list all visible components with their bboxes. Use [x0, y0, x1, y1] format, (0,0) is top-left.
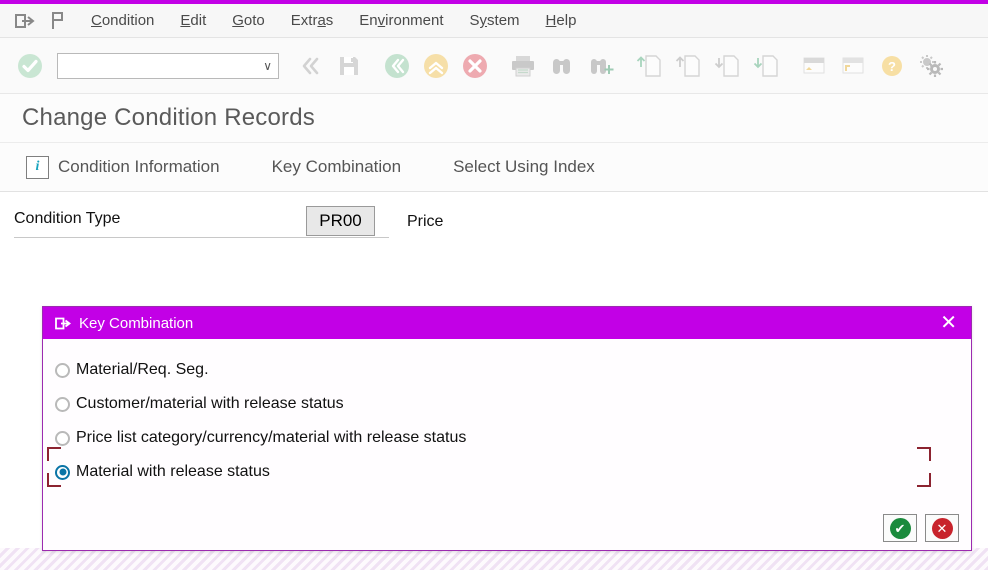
dialog-title: Key Combination — [79, 314, 194, 332]
menu-item-label: Extr — [290, 12, 318, 29]
menu-item-label: elp — [556, 12, 577, 29]
back-button[interactable] — [292, 48, 328, 84]
key-combination-label: Key Combination — [271, 157, 402, 176]
menu-item-label: ironment — [385, 12, 444, 29]
exit-button[interactable] — [379, 48, 415, 84]
menu-accelerator: G — [232, 12, 244, 29]
condition-information-button[interactable]: i Condition Information — [20, 152, 226, 183]
first-page-button[interactable] — [631, 48, 667, 84]
condition-type-description: Price — [407, 213, 444, 230]
system-toolbar: ∨ ? — [0, 38, 988, 94]
customize-layout-button[interactable] — [913, 48, 949, 84]
menu-accelerator: E — [180, 12, 191, 29]
next-page-button[interactable] — [709, 48, 745, 84]
find-button[interactable] — [544, 48, 580, 84]
menu-item-label: stem — [487, 12, 520, 29]
radio-option-price-list-category[interactable]: Price list category/currency/material wi… — [43, 421, 971, 455]
close-icon[interactable]: ✕ — [936, 313, 961, 333]
menu-accelerator: a — [317, 12, 326, 29]
dialog-body: Material/Req. Seg. Customer/material wit… — [43, 339, 971, 519]
menu-item-label: dit — [190, 12, 207, 29]
radio-icon[interactable] — [55, 430, 70, 446]
find-next-button[interactable] — [583, 48, 619, 84]
condition-type-row: Condition Type — [0, 192, 988, 246]
menu-bar: Condition Edit Goto Extras Environment S… — [0, 4, 988, 38]
chevron-down-icon[interactable]: ∨ — [263, 60, 272, 72]
radio-label: Material/Req. Seg. — [76, 361, 209, 378]
check-icon: ✔ — [889, 517, 911, 539]
save-button[interactable] — [331, 48, 367, 84]
dialog-cancel-button[interactable]: ✕ — [925, 514, 959, 542]
radio-label: Customer/material with release status — [76, 395, 344, 412]
radio-label: Price list category/currency/material wi… — [76, 429, 467, 446]
select-using-index-label: Select Using Index — [453, 157, 595, 176]
menu-item-label: En — [359, 12, 378, 29]
sap-gui-window: Condition Edit Goto Extras Environment S… — [0, 0, 988, 570]
menu-item-goto[interactable]: Goto — [219, 9, 278, 32]
menu-accelerator: H — [545, 12, 557, 29]
menu-item-help[interactable]: Help — [533, 9, 590, 32]
dialog-title-bar: Key Combination ✕ — [43, 307, 971, 339]
radio-icon[interactable] — [55, 362, 70, 378]
menu-item-label: s — [325, 12, 334, 29]
radio-option-material-release-status[interactable]: Material with release status — [43, 455, 971, 489]
close-x-icon: ✕ — [931, 517, 953, 539]
condition-information-label: Condition Information — [58, 157, 220, 176]
command-field[interactable]: ∨ — [57, 52, 279, 79]
dialog-footer: ✔ ✕ — [43, 506, 971, 550]
menu-accelerator: C — [91, 12, 102, 29]
menu-item-condition[interactable]: Condition — [78, 9, 167, 32]
radio-label: Material with release status — [76, 463, 270, 480]
cancel-button[interactable] — [418, 48, 454, 84]
page-title: Change Condition Records — [22, 104, 315, 131]
svg-text:?: ? — [888, 59, 896, 74]
key-combination-button[interactable]: Key Combination — [266, 153, 407, 181]
condition-type-input[interactable]: PR00 — [306, 206, 375, 236]
field-underline — [14, 237, 389, 238]
menu-item-label: oto — [243, 12, 265, 29]
previous-page-button[interactable] — [670, 48, 706, 84]
dialog-confirm-button[interactable]: ✔ — [883, 514, 917, 542]
help-button[interactable]: ? — [874, 48, 910, 84]
info-icon: i — [26, 155, 49, 179]
stop-transaction-button[interactable] — [457, 48, 493, 84]
menu-accelerator: y — [479, 12, 488, 29]
background-hatch-pattern — [0, 548, 988, 570]
sap-session-icon[interactable] — [10, 9, 40, 33]
menu-item-extras[interactable]: Extras — [278, 9, 347, 32]
radio-option-material-req-seg[interactable]: Material/Req. Seg. — [43, 353, 971, 387]
menu-item-label: ondition — [101, 12, 155, 29]
window-icon — [55, 317, 71, 330]
last-page-button[interactable] — [748, 48, 784, 84]
enter-button[interactable] — [12, 48, 48, 84]
menu-item-system[interactable]: System — [457, 9, 533, 32]
radio-icon-selected[interactable] — [55, 464, 70, 480]
create-session-button[interactable] — [796, 48, 832, 84]
condition-type-label: Condition Type — [14, 210, 121, 227]
menu-item-environment[interactable]: Environment — [346, 9, 456, 32]
radio-icon[interactable] — [55, 396, 70, 412]
menu-item-label: S — [469, 12, 480, 29]
menu-item-edit[interactable]: Edit — [167, 9, 219, 32]
create-shortcut-button[interactable] — [835, 48, 871, 84]
sap-p-icon[interactable] — [44, 9, 74, 33]
print-button[interactable] — [505, 48, 541, 84]
application-toolbar: i Condition Information Key Combination … — [0, 143, 988, 192]
radio-option-customer-material-release-status[interactable]: Customer/material with release status — [43, 387, 971, 421]
page-title-bar: Change Condition Records — [0, 94, 988, 143]
select-using-index-button[interactable]: Select Using Index — [447, 153, 601, 181]
key-combination-dialog: Key Combination ✕ Material/Req. Seg. Cus… — [42, 306, 972, 551]
